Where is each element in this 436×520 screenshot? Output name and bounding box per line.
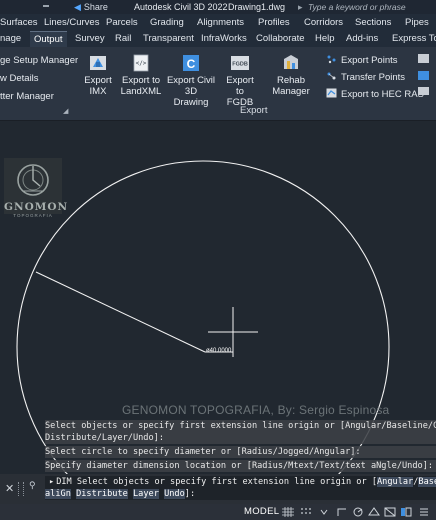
- share-button[interactable]: ◀ Share: [74, 0, 108, 14]
- command-history-line: Distribute/Layer/Undo]:: [45, 432, 436, 444]
- tool-icon-3: [418, 87, 429, 95]
- transfer-points-button[interactable]: Transfer Points: [326, 71, 405, 83]
- view-details-button[interactable]: w Details: [0, 73, 39, 84]
- command-input-continued[interactable]: aliGn Distribute Layer Undo]:: [45, 488, 436, 500]
- ortho-mode-icon[interactable]: [336, 507, 348, 517]
- export-fgdb-icon: FGDB: [231, 56, 249, 70]
- command-history-line: Select objects or specify first extensio…: [45, 420, 436, 432]
- option-undo[interactable]: Undo: [164, 489, 185, 499]
- logo-subtitle: TOPOGRAFIA: [13, 213, 53, 218]
- drag-handle[interactable]: [18, 482, 24, 496]
- fgdb-icon-label: FGDB: [232, 62, 248, 68]
- transfer-points-icon: [327, 72, 336, 80]
- rehab-manager-icon: [284, 55, 298, 69]
- option-baseline[interactable]: Base: [418, 477, 436, 487]
- tab-collaborate[interactable]: Collaborate: [256, 31, 305, 47]
- search-input[interactable]: [304, 0, 436, 14]
- tab-corridors[interactable]: Corridors: [304, 14, 343, 31]
- snap-mode-icon[interactable]: [300, 507, 312, 517]
- option-angular[interactable]: Angular: [377, 477, 414, 487]
- tab-sections[interactable]: Sections: [355, 14, 391, 31]
- export-landxml-icon: </>: [133, 54, 149, 72]
- export-imx-icon: [90, 56, 106, 70]
- export-imx-button[interactable]: Export IMX: [76, 53, 120, 97]
- ribbon-panel-title: Export: [240, 105, 268, 116]
- command-history-line: Select circle to specify diameter or [Ra…: [45, 446, 436, 458]
- object-snap-icon[interactable]: [384, 507, 396, 517]
- customization-icon[interactable]: [418, 507, 430, 517]
- export-civil3d-drawing-button[interactable]: C Export Civil 3D Drawing: [162, 53, 220, 108]
- command-prompt-icon: ▸: [49, 477, 55, 487]
- tab-transparent[interactable]: Transparent: [143, 31, 194, 47]
- quick-access-separator: [43, 5, 49, 7]
- tab-rail[interactable]: Rail: [115, 31, 131, 47]
- grid-icon[interactable]: [282, 507, 294, 517]
- dropdown-arrow-icon[interactable]: [318, 507, 330, 517]
- tab-pipes[interactable]: Pipes: [405, 14, 429, 31]
- diameter-dimension-line: [35, 271, 206, 353]
- page-setup-manager-button[interactable]: ge Setup Manager: [0, 55, 78, 66]
- tab-profiles[interactable]: Profiles: [258, 14, 290, 31]
- ribbon-extra-tools[interactable]: [417, 51, 431, 97]
- workspace-icon[interactable]: [400, 507, 412, 517]
- export-hec-ras-icon: [326, 88, 337, 98]
- tab-grading[interactable]: Grading: [150, 14, 184, 31]
- tab-lines-curves[interactable]: Lines/Curves: [44, 14, 99, 31]
- tab-surfaces[interactable]: Surfaces: [0, 14, 38, 31]
- export-civil3d-drawing-icon: C: [183, 55, 199, 71]
- option-layer[interactable]: Layer: [133, 489, 159, 499]
- option-distribute[interactable]: Distribute: [76, 489, 128, 499]
- command-history-line: Specify diameter dimension location or […: [45, 460, 436, 472]
- svg-text:C: C: [187, 57, 196, 71]
- video-watermark: GENOMON TOPOGRAFIA, By: Sergio Espinosa: [122, 403, 390, 417]
- model-space-button[interactable]: MODEL: [244, 504, 279, 520]
- dimension-label: ø40.0000: [206, 348, 232, 354]
- tool-icon-2: [418, 71, 429, 80]
- ribbon-tabs-row-2: nage Output Survey Rail Transparent Infr…: [0, 31, 436, 47]
- plotter-manager-button[interactable]: tter Manager: [0, 91, 54, 102]
- logo-wordmark: GNOMON: [4, 201, 69, 213]
- option-align[interactable]: aliGn: [45, 489, 71, 499]
- panel-expand-icon[interactable]: ◢: [63, 107, 68, 115]
- polar-tracking-icon[interactable]: [352, 507, 364, 517]
- export-fgdb-button[interactable]: FGDB Export to FGDB: [222, 53, 258, 108]
- customize-icon[interactable]: ⚲: [29, 480, 36, 491]
- tab-add-ins[interactable]: Add-ins: [346, 31, 378, 47]
- tab-express-tools[interactable]: Express Tools: [392, 31, 436, 47]
- export-points-button[interactable]: Export Points: [326, 54, 398, 66]
- export-landxml-button[interactable]: </> Export to LandXML: [120, 53, 162, 97]
- app-title: Autodesk Civil 3D 2022: [134, 2, 228, 12]
- search-arrow-icon: ▸: [298, 2, 303, 12]
- share-icon: ◀: [74, 2, 81, 12]
- tab-output[interactable]: Output: [30, 31, 67, 47]
- command-input[interactable]: ▸ DIM Select objects or specify first ext…: [45, 476, 436, 488]
- tool-icon-1: [418, 54, 429, 63]
- tab-alignments[interactable]: Alignments: [197, 14, 244, 31]
- rehab-manager-button[interactable]: Rehab Manager: [258, 53, 324, 97]
- tab-parcels[interactable]: Parcels: [106, 14, 138, 31]
- ribbon-tabs-row-1: Surfaces Lines/Curves Parcels Grading Al…: [0, 14, 436, 31]
- svg-text:</>: </>: [136, 60, 147, 67]
- isometric-icon[interactable]: [368, 507, 380, 517]
- export-points-icon: [327, 55, 336, 64]
- export-hec-ras-button[interactable]: Export to HEC RAS: [326, 88, 424, 100]
- tab-manage[interactable]: nage: [0, 31, 21, 47]
- tab-help[interactable]: Help: [315, 31, 335, 47]
- tab-infraworks[interactable]: InfraWorks: [201, 31, 247, 47]
- document-title: Drawing1.dwg: [228, 2, 286, 12]
- close-icon[interactable]: ✕: [5, 482, 14, 495]
- tab-survey[interactable]: Survey: [75, 31, 105, 47]
